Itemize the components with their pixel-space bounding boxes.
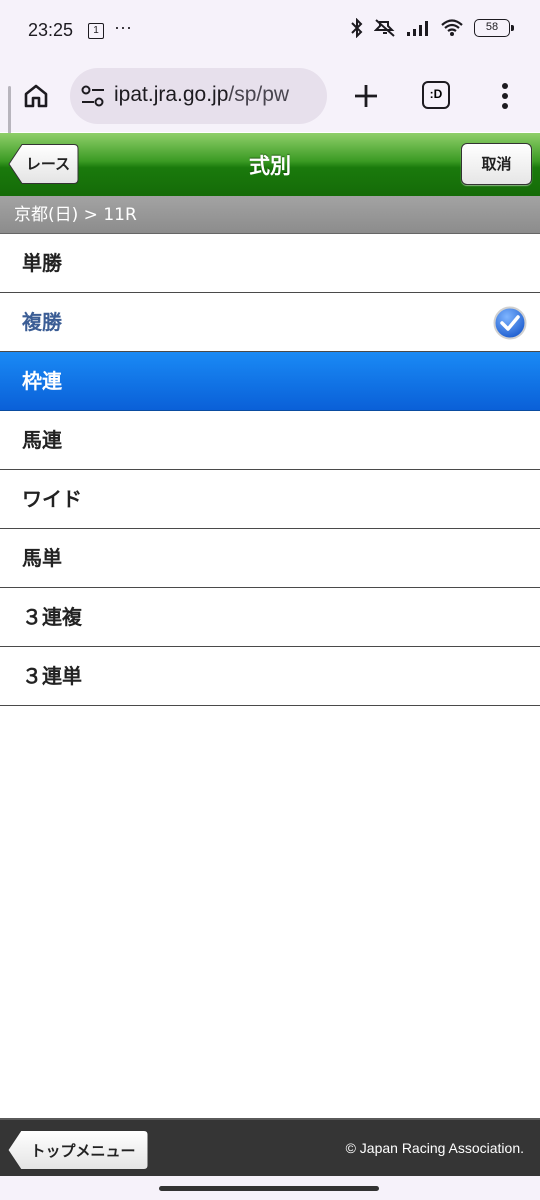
bet-type-trio[interactable]: ３連複 [0,588,540,647]
bet-type-trifecta[interactable]: ３連単 [0,647,540,706]
bet-type-list: 単勝 複勝 枠連 馬連 ワイド 馬単 ３連複 ３連単 [0,234,540,706]
breadcrumb: 京都(日) > 11R [0,196,540,234]
top-menu-button[interactable]: トップメニュー [7,1129,149,1171]
bet-type-label: 複勝 [22,310,62,334]
bet-type-quinella[interactable]: 馬連 [0,411,540,470]
page-footer: トップメニュー © Japan Racing Association. [0,1118,540,1176]
more-vert-icon [502,83,508,109]
bet-type-place[interactable]: 複勝 [0,293,540,352]
page-header: レース 式別 取消 [0,133,540,196]
site-settings-icon[interactable] [80,84,106,108]
bet-type-wide[interactable]: ワイド [0,470,540,529]
bet-type-label: ３連単 [22,664,82,688]
edge-handle [8,86,11,134]
bet-type-win[interactable]: 単勝 [0,234,540,293]
checkmark-icon [493,306,527,340]
new-tab-button[interactable] [348,78,384,114]
url-host: ipat.jra.go.jp [114,83,229,106]
browser-toolbar: ipat.jra.go.jp/sp/pw :D [0,60,540,132]
page-title: 式別 [249,154,291,178]
signal-icon [407,21,428,36]
url-path: /sp/pw [228,83,290,106]
status-bar: 23:25 1 ··· 58 [0,0,540,60]
cancel-button[interactable]: 取消 [461,143,532,185]
home-button[interactable] [18,78,54,114]
bet-type-exacta[interactable]: 馬単 [0,529,540,588]
plus-icon [355,85,377,107]
status-icons: 58 [350,18,514,38]
gesture-bar[interactable] [159,1186,379,1191]
bluetooth-icon [351,18,363,38]
wifi-icon [441,19,463,36]
battery-icon: 58 [474,19,514,37]
gesture-area [0,1176,540,1200]
bet-type-label: 馬連 [22,428,62,452]
bet-type-label: ３連複 [22,605,82,629]
top-menu-label: トップメニュー [30,1142,136,1160]
copyright-text: © Japan Racing Association. [345,1140,524,1156]
url-bar[interactable]: ipat.jra.go.jp/sp/pw [70,68,327,124]
home-icon [24,84,48,108]
status-time: 23:25 [28,20,74,40]
bet-type-bracket-quinella[interactable]: 枠連 [0,352,540,411]
mute-icon [374,19,395,37]
bet-type-label: 枠連 [22,369,62,393]
browser-menu-button[interactable] [490,78,520,114]
bet-type-label: 馬単 [22,546,62,570]
more-notifications-icon: ··· [114,17,132,37]
notification-icon: 1 [88,23,104,39]
bet-type-label: ワイド [22,487,82,511]
url-text[interactable]: ipat.jra.go.jp/sp/pw [114,83,289,107]
tab-switcher-button[interactable]: :D [422,81,450,109]
bet-type-label: 単勝 [22,251,62,275]
